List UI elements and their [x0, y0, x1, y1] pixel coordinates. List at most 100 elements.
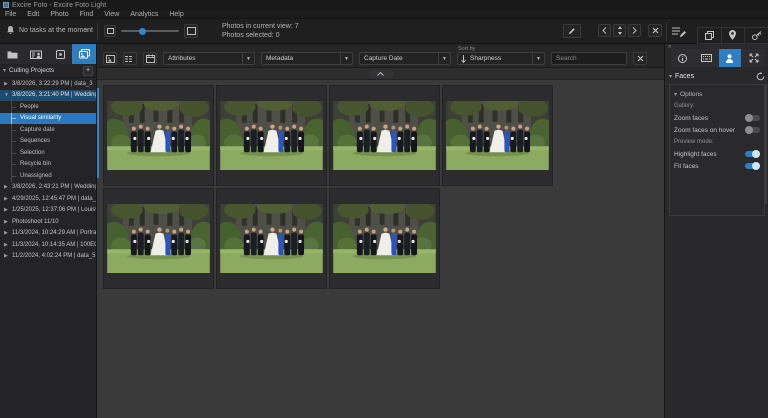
tab-folders[interactable]: [0, 44, 24, 64]
tab-keyboard[interactable]: [695, 49, 718, 67]
tab-keywords[interactable]: [48, 44, 72, 64]
photo-thumbnail[interactable]: [103, 85, 214, 186]
photo-thumbnail[interactable]: [329, 188, 440, 289]
chevron-down-icon[interactable]: ▼: [340, 53, 352, 64]
faces-panel-collapse-handle[interactable]: »: [668, 44, 670, 50]
project-subitem-capture-date[interactable]: Capture date: [0, 124, 96, 136]
slider-thumb[interactable]: [139, 28, 146, 35]
tab-fullscreen[interactable]: [742, 49, 765, 67]
chevron-right-icon[interactable]: ▶: [4, 196, 9, 202]
main-area: Attributes ▼ Metadata ▼ Capture Date ▼ S…: [97, 44, 664, 418]
project-tree-item[interactable]: ▶11/3/2024, 10:14:35 AM | 100EOS_R: [0, 239, 96, 251]
project-subitem-visual-similarity[interactable]: Visual similarity: [0, 113, 96, 125]
chevron-right-icon[interactable]: ▶: [4, 81, 9, 87]
chevron-down-icon[interactable]: ▼: [438, 53, 450, 64]
search-input[interactable]: [551, 52, 627, 65]
chevron-down-icon[interactable]: ▼: [532, 53, 544, 64]
chevron-right-icon[interactable]: ▶: [4, 242, 9, 248]
project-tree-item[interactable]: ▶1/25/2025, 12:37:06 PM | Louisville ...: [0, 205, 96, 217]
chevron-down-icon[interactable]: ▾: [669, 73, 672, 80]
chevron-right-icon[interactable]: ▶: [4, 184, 9, 190]
sidebar-collapse-handle[interactable]: »: [85, 28, 87, 34]
project-tree-item[interactable]: ▶11/2/2024, 4:02:24 PM | data_5: [0, 251, 96, 263]
photo-thumbnail[interactable]: [442, 85, 553, 186]
menu-item-find[interactable]: Find: [80, 11, 94, 18]
options-header[interactable]: ▾ Options: [674, 88, 760, 100]
menu-item-analytics[interactable]: Analytics: [130, 11, 158, 18]
add-project-button[interactable]: +: [83, 66, 93, 76]
gallery-section-label: Gallery:: [674, 100, 760, 112]
project-subitem-people[interactable]: People: [0, 101, 96, 113]
fit-faces-label: Fit faces: [674, 163, 742, 170]
show-raw-pairs-button[interactable]: [123, 52, 137, 65]
capture-date-filter-dropdown[interactable]: Capture Date ▼: [359, 52, 451, 65]
preview-mode-section-label: Preview mode:: [674, 136, 760, 148]
chevron-down-icon[interactable]: ▾: [3, 67, 6, 74]
chevron-right-icon[interactable]: ▶: [4, 219, 9, 225]
find-by-keyword-button[interactable]: [744, 27, 768, 43]
zoom-out-thumbnail-icon[interactable]: [104, 25, 116, 37]
menu-item-file[interactable]: File: [5, 11, 16, 18]
zoom-faces-toggle[interactable]: [745, 115, 760, 121]
project-tree-item[interactable]: ▶Photoshoot 11/10: [0, 216, 96, 228]
project-tree-item[interactable]: ▼3/8/2026, 3:21:40 PM | WeddingDS-1...: [0, 90, 96, 102]
project-subitem-sequences[interactable]: Sequences: [0, 136, 96, 148]
tab-albums[interactable]: [24, 44, 48, 64]
previous-photo-button[interactable]: [598, 24, 611, 37]
zoom-in-thumbnail-icon[interactable]: [184, 24, 198, 38]
folder-icon: [7, 50, 18, 59]
chevron-right-icon[interactable]: ▶: [4, 230, 9, 236]
find-by-location-button[interactable]: [721, 27, 745, 43]
image-icon: [106, 55, 115, 63]
find-duplicates-button[interactable]: [697, 27, 721, 43]
edit-list-button[interactable]: [672, 26, 686, 38]
close-view-button[interactable]: [648, 24, 662, 37]
zoom-faces-on-hover-toggle[interactable]: [745, 127, 760, 133]
menu-item-photo[interactable]: Photo: [50, 11, 68, 18]
grid-scrollbar[interactable]: [97, 88, 99, 178]
tab-culling-projects[interactable]: [72, 44, 96, 64]
tab-faces[interactable]: [719, 49, 742, 67]
project-tree-item[interactable]: ▶11/3/2024, 10:24:29 AM | Portrait Test: [0, 228, 96, 240]
project-tree-item[interactable]: ▶3/8/2026, 3:22:29 PM | data_3: [0, 78, 96, 90]
menu-item-view[interactable]: View: [104, 11, 119, 18]
chevron-down-icon[interactable]: ▼: [242, 53, 254, 64]
tab-info[interactable]: [671, 49, 694, 67]
metadata-filter-dropdown[interactable]: Metadata ▼: [261, 52, 353, 65]
photo-thumbnail[interactable]: [103, 188, 214, 289]
photo-grid: [97, 80, 664, 418]
sort-by-label: Sort by: [458, 46, 475, 52]
calendar-view-button[interactable]: [143, 52, 157, 65]
fit-faces-toggle[interactable]: [745, 163, 760, 169]
thumbnail-zoom-slider[interactable]: [121, 30, 179, 32]
project-tree-item[interactable]: ▶3/8/2026, 2:43:21 PM | WeddingDS-1...: [0, 182, 96, 194]
navigate-up-down-button[interactable]: [613, 24, 626, 37]
tasks-status: No tasks at the moment: [19, 27, 93, 34]
chevron-right-icon[interactable]: ▶: [4, 207, 9, 213]
collapse-filterbar-button[interactable]: [369, 70, 393, 78]
sort-by-dropdown[interactable]: Sharpness ▼: [457, 52, 545, 65]
project-subitem-selection[interactable]: Selection: [0, 147, 96, 159]
wedding-photo: [333, 204, 436, 273]
view-thumbnails-button[interactable]: [103, 52, 117, 65]
photo-thumbnail[interactable]: [329, 85, 440, 186]
attributes-filter-dropdown[interactable]: Attributes ▼: [163, 52, 255, 65]
project-subitem-unassigned[interactable]: Unassigned: [0, 170, 96, 182]
menu-item-edit[interactable]: Edit: [27, 11, 39, 18]
highlight-faces-toggle[interactable]: [745, 151, 760, 157]
filter-collapse-row: [97, 68, 664, 80]
faces-panel: » ▾ Faces: [664, 44, 768, 418]
project-subitem-recycle-bin[interactable]: Recycle bin: [0, 159, 96, 171]
edit-button[interactable]: [563, 24, 581, 38]
refresh-faces-button[interactable]: [756, 72, 765, 81]
menu-item-help[interactable]: Help: [169, 11, 183, 18]
chevron-right-icon[interactable]: ▶: [4, 253, 9, 259]
right-panel-tabs: [671, 49, 765, 67]
clear-filters-button[interactable]: [633, 52, 647, 65]
next-photo-button[interactable]: [628, 24, 641, 37]
chevron-down-icon[interactable]: ▼: [4, 92, 9, 98]
project-tree-item[interactable]: ▶4/29/2025, 12:45:47 PM | data_41: [0, 193, 96, 205]
photo-thumbnail[interactable]: [216, 85, 327, 186]
faces-panel-scrollbar[interactable]: [765, 84, 767, 204]
photo-thumbnail[interactable]: [216, 188, 327, 289]
